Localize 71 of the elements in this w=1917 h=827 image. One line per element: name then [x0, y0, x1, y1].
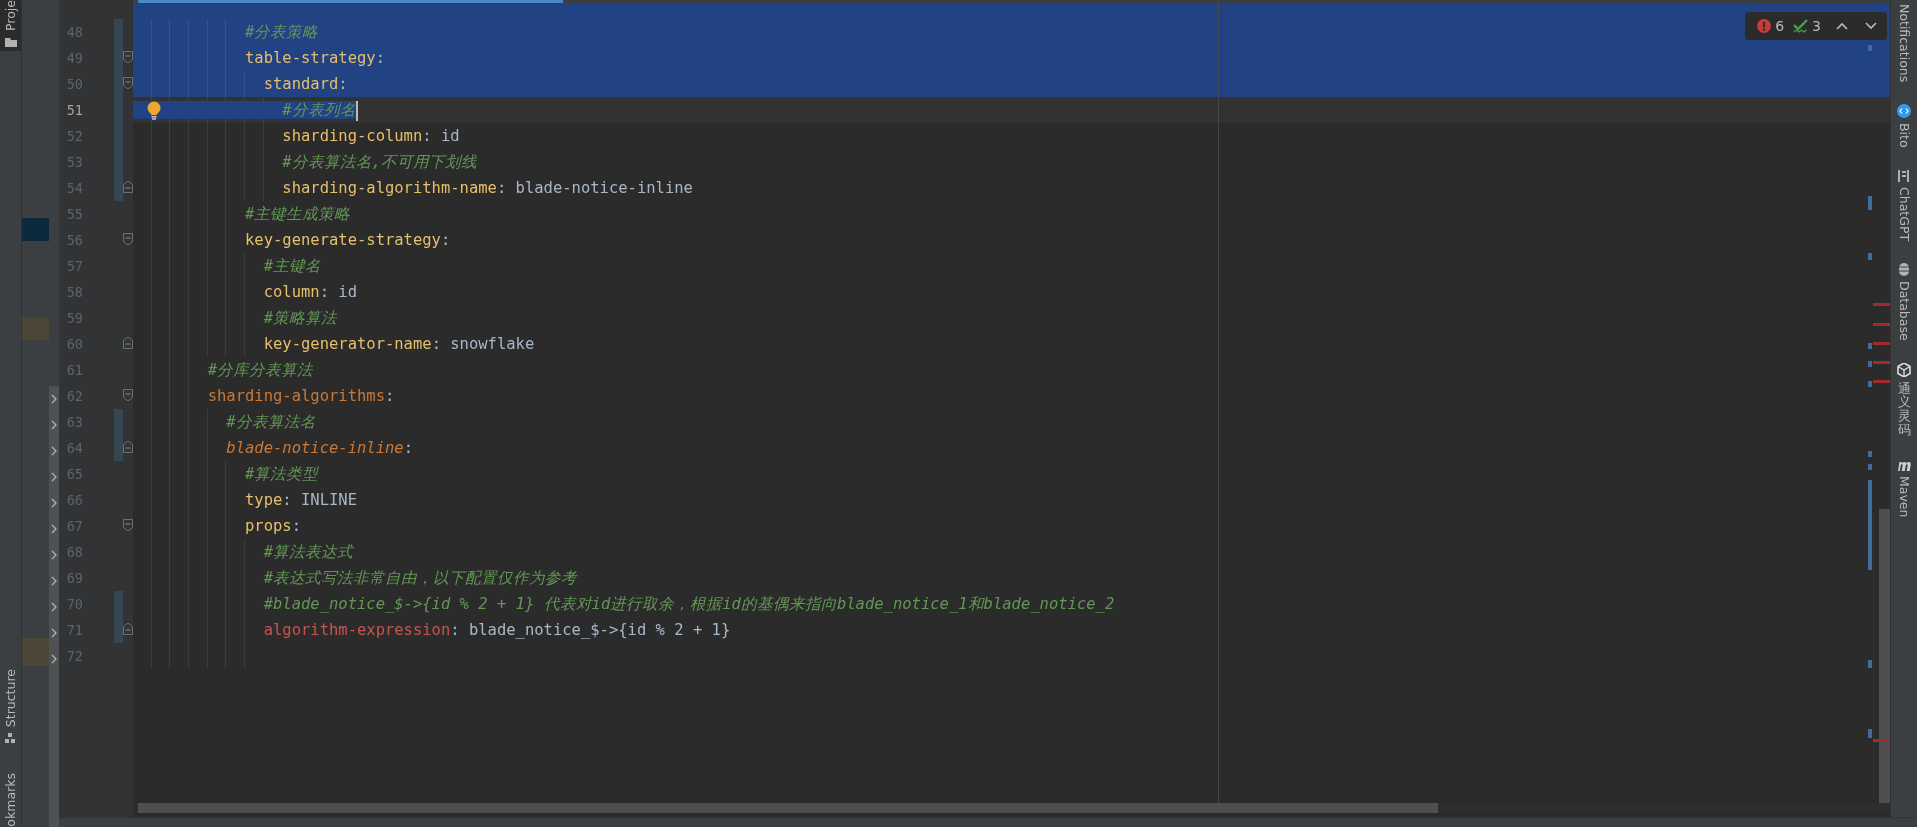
change-marker[interactable]: [114, 591, 123, 617]
change-stripe-mark[interactable]: [1868, 45, 1872, 51]
fold-icon[interactable]: [123, 337, 133, 349]
change-stripe-mark[interactable]: [1868, 196, 1872, 210]
chevron-right-icon[interactable]: [51, 472, 57, 482]
change-stripe-mark[interactable]: [1868, 660, 1872, 668]
change-stripe-mark[interactable]: [1868, 464, 1872, 470]
change-stripe-mark[interactable]: [1868, 480, 1872, 570]
check-icon[interactable]: [1793, 18, 1809, 34]
change-stripe-mark[interactable]: [1868, 253, 1872, 260]
chevron-right-icon[interactable]: [51, 576, 57, 586]
fold-icon[interactable]: [123, 623, 133, 635]
change-stripe-mark[interactable]: [1868, 451, 1872, 457]
error-stripe-mark[interactable]: [1873, 323, 1890, 326]
chevron-right-icon[interactable]: [51, 394, 57, 404]
chevron-up-icon[interactable]: [1836, 22, 1848, 30]
chat-bubble-icon: [1897, 104, 1911, 119]
tool-window-tab[interactable]: 通义灵码: [1897, 362, 1911, 437]
chevron-right-icon[interactable]: [51, 602, 57, 612]
fold-icon[interactable]: [123, 441, 133, 453]
warning-count: 3: [1812, 18, 1821, 34]
lightbulb-icon[interactable]: [147, 101, 161, 120]
chevron-right-icon[interactable]: [51, 524, 57, 534]
database-icon: [1898, 262, 1910, 276]
folder-icon: [4, 37, 17, 47]
error-stripe-mark[interactable]: [1873, 342, 1890, 345]
tool-window-tab[interactable]: Notifications: [1896, 4, 1912, 83]
change-marker[interactable]: [114, 409, 123, 435]
vertical-scrollbar[interactable]: [1879, 509, 1890, 803]
error-count: 6: [1775, 18, 1785, 34]
chevron-right-icon[interactable]: [51, 498, 57, 508]
tool-window-tab[interactable]: okmarks: [0, 773, 21, 827]
change-marker[interactable]: [114, 19, 123, 45]
horizontal-scrollbar[interactable]: [138, 803, 1438, 813]
tree-row-highlight: [22, 218, 49, 241]
error-stripe-mark[interactable]: [1873, 361, 1890, 364]
list-icon: [1898, 169, 1910, 182]
tool-window-tab[interactable]: Proje: [0, 0, 21, 51]
change-stripe-mark[interactable]: [1868, 729, 1872, 738]
change-stripe-mark[interactable]: [1868, 381, 1872, 387]
fold-icon[interactable]: [123, 389, 133, 401]
tool-window-tab[interactable]: Maven: [1896, 458, 1912, 518]
chevron-down-icon[interactable]: [1865, 22, 1877, 30]
change-marker[interactable]: [114, 617, 123, 643]
tool-window-tab[interactable]: Database: [1896, 262, 1912, 341]
tree-row-highlight: [22, 638, 49, 666]
chevron-right-icon[interactable]: [51, 550, 57, 560]
change-stripe-mark[interactable]: [1868, 343, 1872, 349]
tool-window-tab[interactable]: Structure: [0, 669, 21, 748]
tool-window-tab[interactable]: ChatGPT: [1896, 169, 1912, 241]
fold-icon[interactable]: [123, 181, 133, 193]
error-stripe-mark[interactable]: [1873, 739, 1890, 742]
chevron-right-icon[interactable]: [51, 446, 57, 456]
fold-icon[interactable]: [123, 77, 133, 89]
tree-row-highlight: [22, 317, 49, 340]
error-stripe-mark[interactable]: [1873, 380, 1890, 383]
error-icon[interactable]: [1757, 19, 1772, 33]
change-stripe-mark[interactable]: [1868, 361, 1872, 367]
chevron-right-icon[interactable]: [51, 628, 57, 638]
structure-icon: [4, 733, 17, 744]
fold-icon[interactable]: [123, 51, 133, 63]
fold-icon[interactable]: [123, 519, 133, 531]
line-number: 51: [65, 101, 84, 120]
chevron-right-icon[interactable]: [51, 420, 57, 430]
cube-icon: [1897, 362, 1911, 377]
error-stripe-mark[interactable]: [1873, 303, 1890, 306]
change-marker[interactable]: [114, 175, 123, 201]
tool-window-tab[interactable]: Bito: [1896, 104, 1912, 148]
chevron-right-icon[interactable]: [51, 654, 57, 664]
change-marker[interactable]: [114, 435, 123, 461]
fold-icon[interactable]: [123, 233, 133, 245]
